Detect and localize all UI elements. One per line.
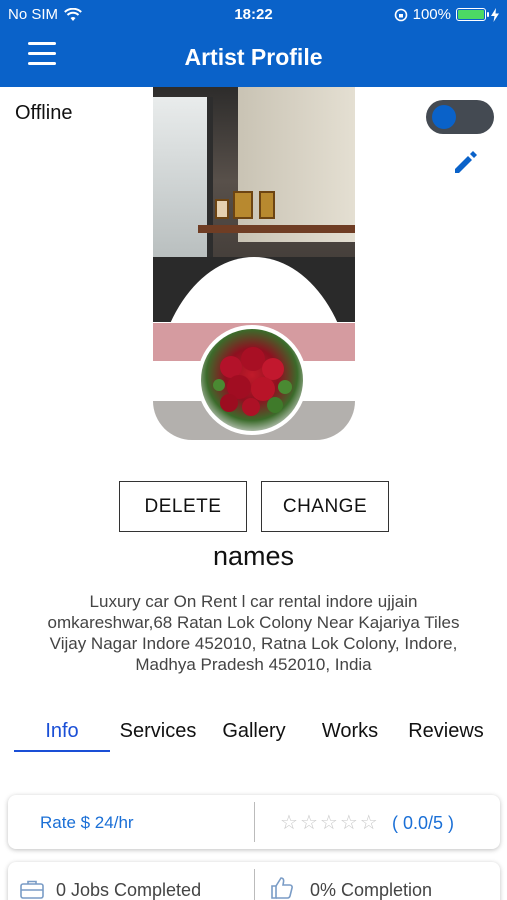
avatar[interactable] [197,325,307,435]
card-divider [254,869,255,900]
profile-address: Luxury car On Rent l car rental indore u… [47,592,460,674]
tab-services[interactable]: Services [110,720,206,743]
completion-rate: 0% Completion [310,880,433,900]
profile-name: names [212,541,295,571]
star-icon: ☆ [280,812,298,834]
rate-card: Rate $ 24/hr ☆ ☆ ☆ ☆ ☆ ( 0.0/5 ) [8,795,500,849]
status-right: 100% [394,6,499,23]
briefcase-icon [20,880,44,899]
profile-tabs: Info Services Gallery Works Reviews [0,716,507,756]
jobs-card: 0 Jobs Completed 0% Completion [8,862,500,900]
active-tab-indicator [14,750,110,752]
tab-info[interactable]: Info [14,720,110,743]
charging-bolt-icon [491,7,499,22]
delete-button[interactable]: DELETE [119,481,247,532]
star-icon: ☆ [299,812,318,834]
rating-value: ( 0.0/5 ) [392,813,455,833]
availability-label: Offline [15,102,73,124]
orientation-lock-icon [394,8,407,21]
thumbs-up-icon [271,877,293,899]
app-header: No SIM 18:22 100% Artist Profile [0,0,507,87]
page-title: Artist Profile [184,44,323,70]
status-bar: No SIM 18:22 100% [0,0,507,30]
star-icon: ☆ [319,812,338,834]
star-rating: ☆ ☆ ☆ ☆ ☆ [280,810,378,835]
star-icon: ☆ [359,812,378,834]
battery-percent: 100% [412,6,451,23]
edit-pencil-icon[interactable] [452,148,480,176]
hourly-rate: Rate $ 24/hr [40,813,134,832]
avatar-image [201,329,303,431]
availability-toggle[interactable] [426,100,494,134]
jobs-completed: 0 Jobs Completed [56,880,202,900]
battery-icon [456,8,489,21]
star-icon: ☆ [339,812,358,834]
change-button[interactable]: CHANGE [261,481,389,532]
tab-gallery[interactable]: Gallery [210,720,298,743]
tab-works[interactable]: Works [308,720,392,743]
card-divider [254,802,255,842]
toggle-knob [432,105,456,129]
tab-reviews[interactable]: Reviews [398,720,494,743]
